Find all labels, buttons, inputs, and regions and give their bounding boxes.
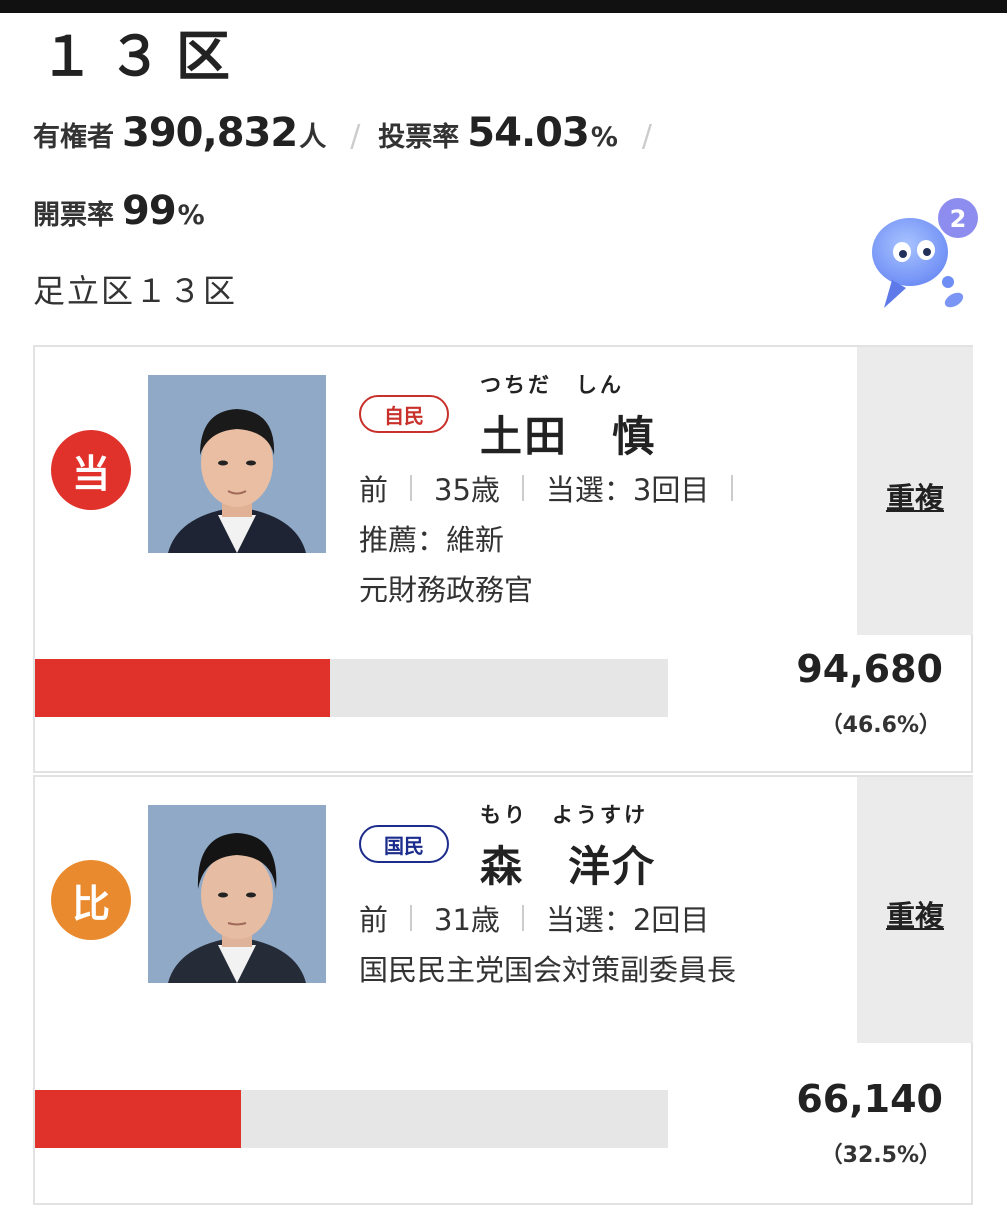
candidate-career: 元財務政務官 <box>359 573 534 607</box>
vote-bar-fill <box>35 659 330 717</box>
divider <box>410 475 413 501</box>
divider <box>521 475 524 501</box>
electorate-label: 有権者 <box>33 122 114 153</box>
divider <box>521 905 524 931</box>
candidate-card[interactable]: 比 国民 もり ようすけ 森 洋介 前 31歳 当選：2回目 国民民主党国会対策… <box>33 775 973 1205</box>
candidate-career: 国民民主党国会対策副委員長 <box>359 953 737 987</box>
counted-label: 開票率 <box>33 200 114 231</box>
stats-separator: / <box>641 119 652 154</box>
page-title: １３区 <box>40 25 244 88</box>
candidate-wins: 当選：2回目 <box>545 903 710 937</box>
duplicate-link[interactable]: 重複 <box>857 475 973 517</box>
area-name: 足立区１３区 <box>33 272 238 310</box>
turnout-unit: % <box>590 122 618 153</box>
candidate-status: 前 <box>359 903 389 937</box>
candidate-recommend: 推薦：維新 <box>359 523 505 557</box>
stats-separator: / <box>350 119 361 154</box>
candidate-photo <box>148 805 326 983</box>
divider <box>731 475 734 501</box>
vote-bar-fill <box>35 1090 241 1148</box>
side-panel: 重複 <box>857 777 973 1043</box>
party-badge: 国民 <box>359 825 449 863</box>
candidate-wins: 当選：3回目 <box>545 473 710 507</box>
mascot-icon[interactable]: 2 <box>862 190 982 320</box>
turnout-label: 投票率 <box>378 122 460 153</box>
vote-bar-track <box>35 659 668 717</box>
party-badge: 自民 <box>359 395 449 433</box>
candidate-meta: 前 35歳 当選：3回目 <box>359 467 755 509</box>
counted-value: 99 <box>122 188 177 234</box>
candidate-age: 35歳 <box>434 473 500 507</box>
mascot-graphic: 2 <box>872 198 978 308</box>
stats-row-2: 開票率 99 % <box>33 188 205 234</box>
candidate-name: 土田 慎 <box>480 412 657 461</box>
candidate-photo <box>148 375 326 553</box>
stats-row-1: 有権者 390,832 人 / 投票率 54.03 % / <box>33 110 670 156</box>
vote-count: 66,140 <box>796 1077 943 1121</box>
candidate-kana: もり ようすけ <box>480 803 648 827</box>
candidate-kana: つちだ しん <box>480 373 624 397</box>
candidate-name: 森 洋介 <box>480 842 657 891</box>
candidate-card[interactable]: 当 自民 つちだ しん 土田 慎 前 35歳 当選：3回目 推薦：維新 元財務政… <box>33 345 973 773</box>
vote-bar-track <box>35 1090 668 1148</box>
counted-unit: % <box>177 200 205 231</box>
result-badge-elected: 当 <box>51 430 131 510</box>
candidate-meta: 前 31歳 当選：2回目 <box>359 897 709 939</box>
electorate-value: 390,832 <box>122 110 298 156</box>
side-panel: 重複 <box>857 347 973 635</box>
electorate-unit: 人 <box>299 122 327 153</box>
turnout-value: 54.03 <box>467 110 590 156</box>
vote-count: 94,680 <box>796 647 943 691</box>
result-badge-proportional: 比 <box>51 860 131 940</box>
candidate-status: 前 <box>359 473 389 507</box>
duplicate-link[interactable]: 重複 <box>857 893 973 935</box>
top-status-bar <box>0 0 1007 13</box>
mascot-badge-count: 2 <box>950 205 967 233</box>
vote-percentage: （32.5%） <box>820 1143 941 1168</box>
vote-percentage: （46.6%） <box>820 713 941 738</box>
candidate-age: 31歳 <box>434 903 500 937</box>
divider <box>410 905 413 931</box>
